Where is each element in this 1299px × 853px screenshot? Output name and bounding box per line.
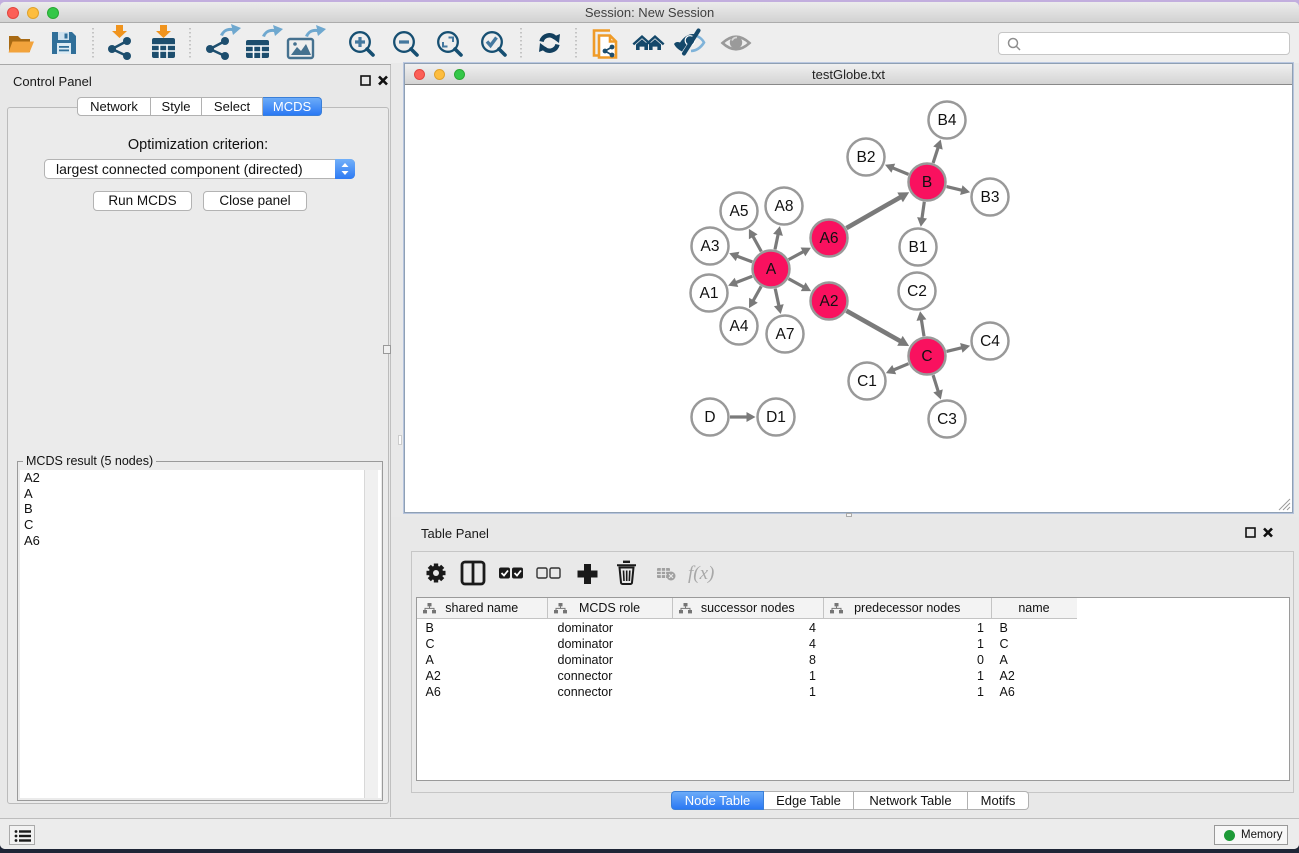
svg-text:B3: B3 [981, 189, 1000, 206]
svg-text:A5: A5 [730, 203, 749, 220]
svg-text:B1: B1 [909, 239, 928, 256]
svg-text:A6: A6 [820, 230, 839, 247]
svg-text:C: C [921, 348, 932, 365]
svg-text:C1: C1 [857, 373, 877, 390]
svg-text:A4: A4 [730, 318, 749, 335]
svg-text:C3: C3 [937, 411, 957, 428]
svg-text:B4: B4 [938, 112, 957, 129]
svg-text:D1: D1 [766, 409, 786, 426]
svg-text:A: A [766, 261, 777, 278]
svg-text:A1: A1 [700, 285, 719, 302]
svg-text:C4: C4 [980, 333, 1000, 350]
svg-text:B: B [922, 174, 932, 191]
svg-text:A7: A7 [776, 326, 795, 343]
svg-text:f(x): f(x) [688, 563, 714, 584]
svg-text:B2: B2 [857, 149, 876, 166]
svg-text:A2: A2 [820, 293, 839, 310]
svg-text:A8: A8 [775, 198, 794, 215]
svg-text:A3: A3 [701, 238, 720, 255]
svg-text:D: D [704, 409, 715, 426]
svg-text:C2: C2 [907, 283, 927, 300]
